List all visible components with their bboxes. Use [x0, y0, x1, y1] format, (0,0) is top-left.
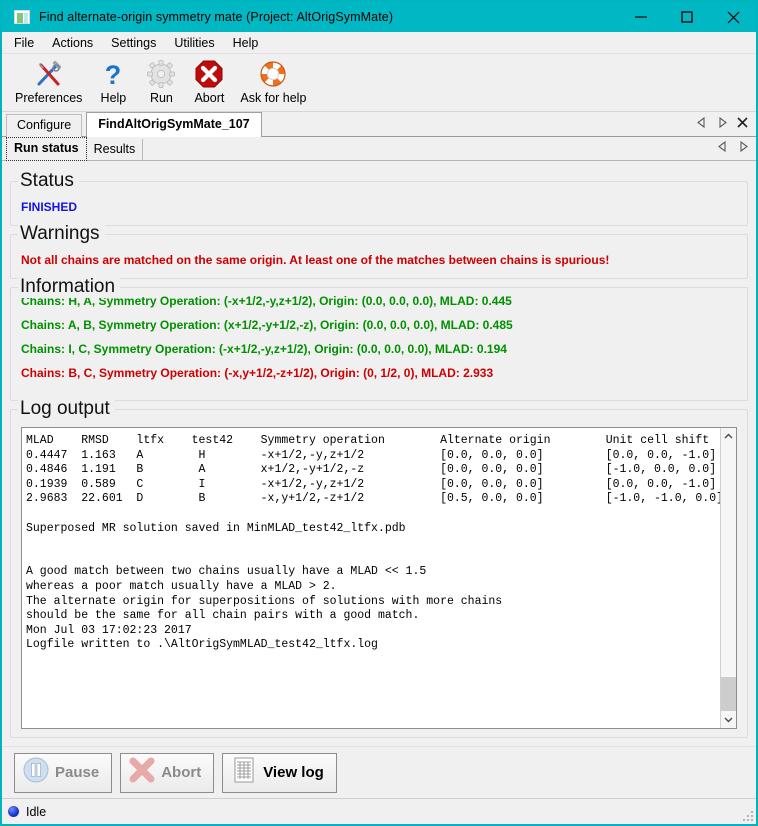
information-group: Information Chains: H, A, Symmetry Opera…	[10, 287, 748, 401]
view-log-button[interactable]: View log	[222, 753, 337, 793]
toolbar-button-preferences[interactable]: Preferences	[8, 56, 89, 105]
menu-item-settings[interactable]: Settings	[102, 33, 165, 53]
tab-run-status[interactable]: Run status	[6, 137, 87, 161]
status-bar-label: Idle	[26, 805, 46, 819]
lifebuoy-icon	[258, 58, 288, 90]
toolbar-label-abort: Abort	[194, 91, 224, 105]
scrollbar-thumb[interactable]	[721, 677, 736, 711]
chevron-left-icon[interactable]	[718, 139, 728, 157]
action-button-bar: Pause Abort	[2, 746, 756, 798]
log-output-box: MLAD RMSD ltfx test42 Symmetry operation…	[21, 427, 737, 729]
tools-icon	[34, 58, 64, 90]
pause-icon	[21, 755, 51, 790]
information-line: Chains: I, C, Symmetry Operation: (-x+1/…	[21, 342, 737, 356]
status-group: Status FINISHED	[10, 181, 748, 226]
outer-tab-nav	[697, 115, 756, 136]
menu-item-file[interactable]: File	[5, 33, 43, 53]
svg-text:?: ?	[105, 60, 122, 89]
chevron-left-icon[interactable]	[697, 115, 707, 133]
scroll-up-arrow-icon[interactable]	[721, 428, 736, 445]
toolbar-button-abort[interactable]: Abort	[185, 56, 233, 105]
x-cross-icon	[127, 755, 157, 790]
stop-octagon-icon	[194, 58, 224, 90]
log-output-group-legend: Log output	[18, 398, 115, 420]
outer-tab-bar: Configure FindAltOrigSymMate_107	[2, 112, 756, 137]
scrollbar-track[interactable]	[721, 445, 736, 711]
window-controls	[618, 2, 756, 32]
menu-item-actions[interactable]: Actions	[43, 33, 102, 53]
status-value: FINISHED	[21, 200, 737, 214]
tab-findaltorigsymmate-107[interactable]: FindAltOrigSymMate_107	[86, 112, 261, 137]
inner-tab-bar: Run status Results	[2, 137, 756, 161]
toolbar-button-run[interactable]: Run	[137, 56, 185, 105]
status-group-legend: Status	[18, 170, 79, 192]
information-line: Chains: B, C, Symmetry Operation: (-x,y+…	[21, 366, 737, 380]
close-icon[interactable]	[737, 115, 748, 133]
question-mark-icon: ?	[98, 58, 128, 90]
chevron-right-icon[interactable]	[717, 115, 727, 133]
view-log-button-label: View log	[263, 764, 324, 781]
toolbar-label-ask-for-help: Ask for help	[240, 91, 306, 105]
chevron-right-icon[interactable]	[738, 139, 748, 157]
menu-bar: File Actions Settings Utilities Help	[2, 32, 756, 54]
menu-item-utilities[interactable]: Utilities	[165, 33, 223, 53]
information-group-legend: Information	[18, 276, 120, 298]
document-grid-icon	[229, 755, 259, 790]
pause-button[interactable]: Pause	[14, 753, 112, 793]
inner-tab-nav	[718, 139, 756, 160]
resize-grip[interactable]	[742, 810, 753, 821]
toolbar: Preferences ? Help	[2, 54, 756, 112]
information-line: Chains: A, B, Symmetry Operation: (x+1/2…	[21, 318, 737, 332]
log-output-group: Log output MLAD RMSD ltfx test42 Symmetr…	[10, 409, 748, 738]
title-bar: Find alternate-origin symmetry mate (Pro…	[2, 2, 756, 32]
abort-button-label: Abort	[161, 764, 201, 781]
warnings-group-legend: Warnings	[18, 223, 105, 245]
tab-results[interactable]: Results	[87, 139, 144, 161]
log-output-text: MLAD RMSD ltfx test42 Symmetry operation…	[22, 428, 720, 728]
warning-message: Not all chains are matched on the same o…	[21, 253, 737, 267]
toolbar-label-help: Help	[101, 91, 127, 105]
toolbar-button-ask-for-help[interactable]: Ask for help	[233, 56, 313, 105]
status-bar: Idle	[2, 798, 756, 824]
scroll-down-arrow-icon[interactable]	[721, 711, 736, 728]
menu-item-help[interactable]: Help	[224, 33, 268, 53]
information-line: Chains: H, A, Symmetry Operation: (-x+1/…	[21, 294, 737, 308]
abort-button[interactable]: Abort	[120, 753, 214, 793]
toolbar-label-preferences: Preferences	[15, 91, 82, 105]
close-icon[interactable]	[710, 2, 756, 32]
minimize-icon[interactable]	[618, 2, 664, 32]
tab-configure[interactable]: Configure	[6, 114, 82, 137]
gear-icon	[146, 58, 176, 90]
application-window: Find alternate-origin symmetry mate (Pro…	[0, 0, 758, 826]
pause-button-label: Pause	[55, 764, 99, 781]
maximize-icon[interactable]	[664, 2, 710, 32]
window-title: Find alternate-origin symmetry mate (Pro…	[39, 10, 393, 24]
toolbar-label-run: Run	[150, 91, 173, 105]
toolbar-button-help[interactable]: ? Help	[89, 56, 137, 105]
app-window-icon	[14, 10, 30, 24]
blue-led-icon	[8, 806, 19, 817]
log-scrollbar[interactable]	[720, 428, 736, 728]
warnings-group: Warnings Not all chains are matched on t…	[10, 234, 748, 279]
run-status-panel: Status FINISHED Warnings Not all chains …	[2, 161, 756, 746]
